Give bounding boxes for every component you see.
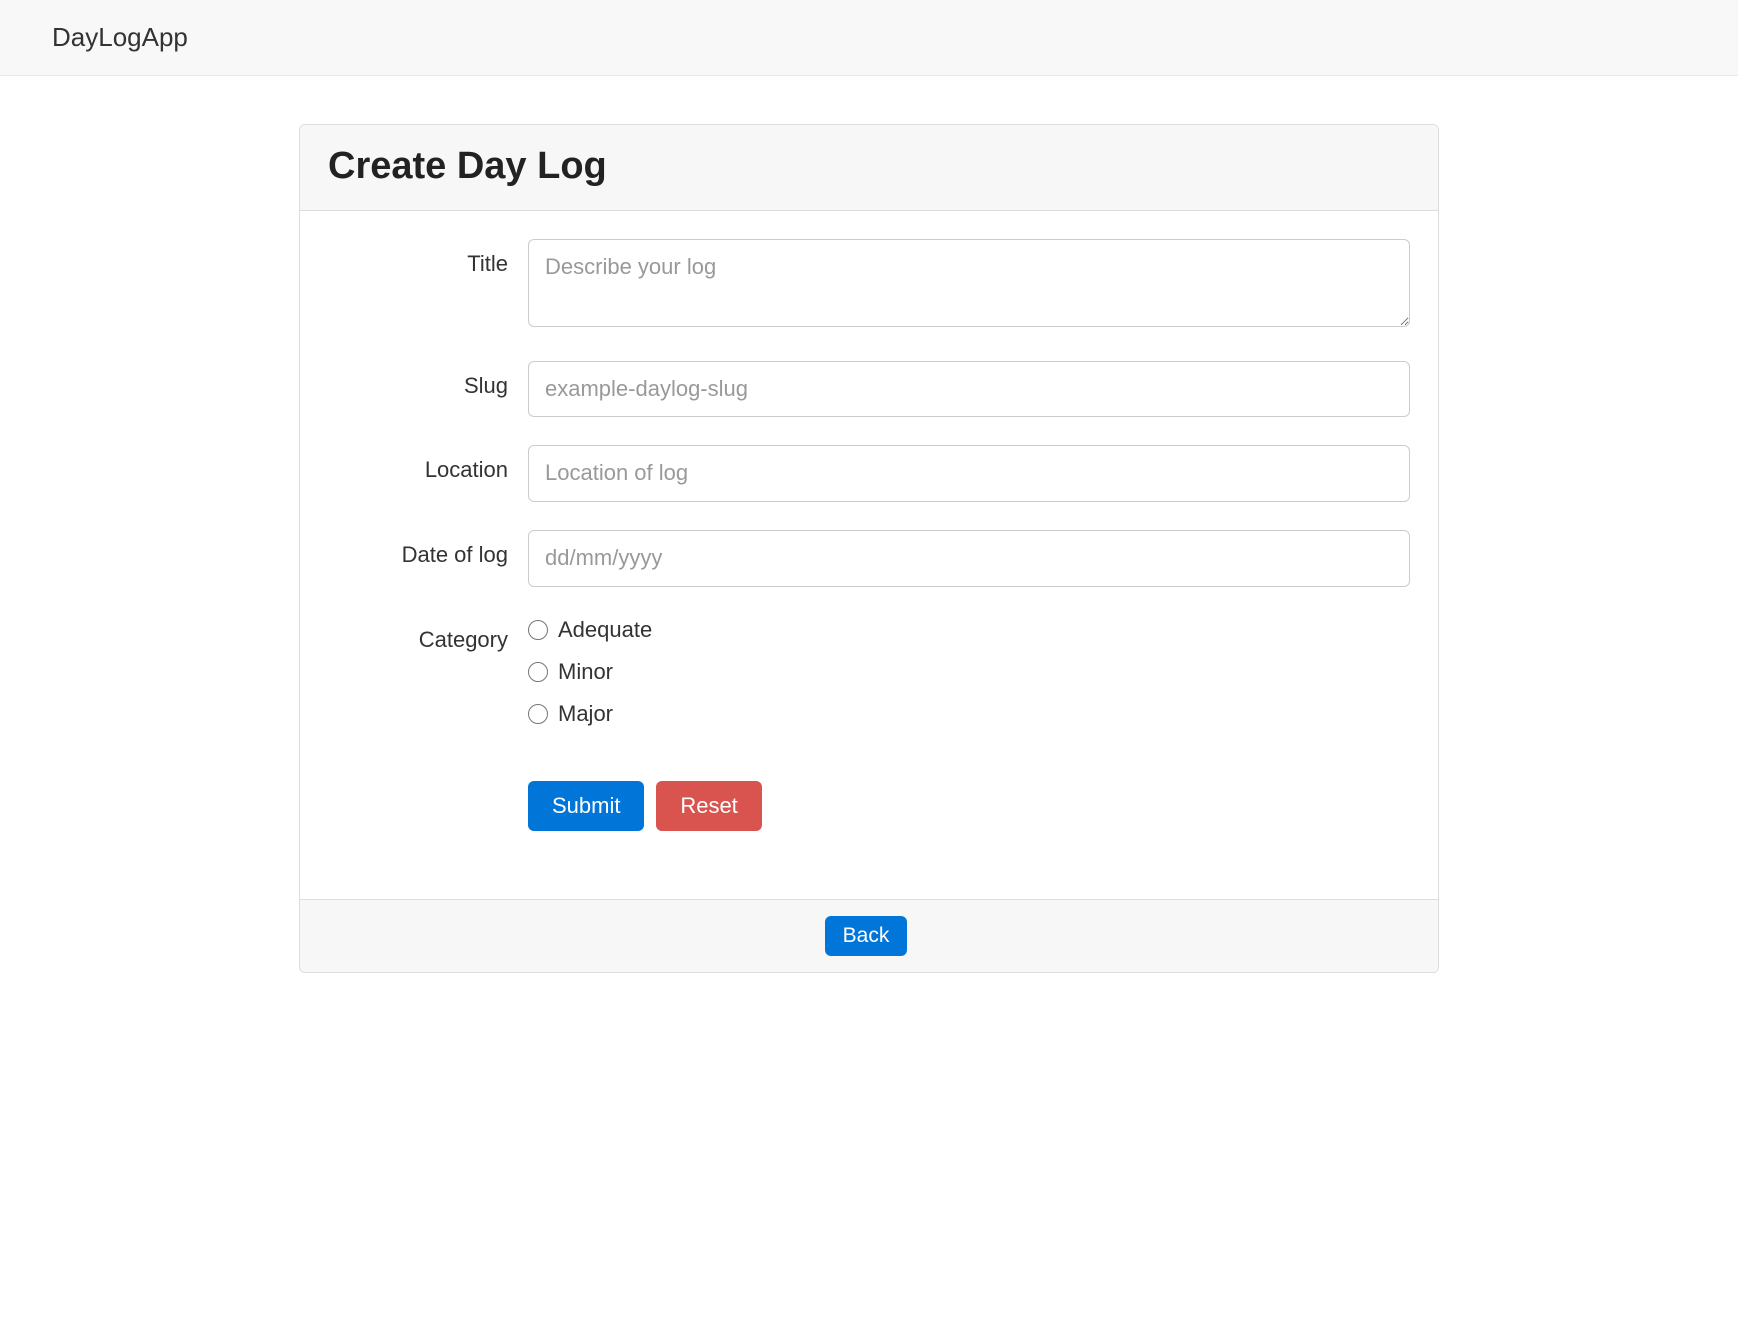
form-row-actions: Submit Reset xyxy=(328,771,1410,831)
category-option-label: Major xyxy=(558,701,613,727)
category-radio-major[interactable] xyxy=(528,704,548,724)
create-daylog-panel: Create Day Log Title Slug Location xyxy=(299,124,1439,973)
navbar-brand[interactable]: DayLogApp xyxy=(0,22,1738,53)
date-label: Date of log xyxy=(328,530,528,568)
category-option-label: Adequate xyxy=(558,617,652,643)
panel-heading: Create Day Log xyxy=(300,125,1438,211)
panel-footer: Back xyxy=(300,899,1438,972)
form-row-location: Location xyxy=(328,445,1410,502)
category-radio-adequate[interactable] xyxy=(528,620,548,640)
category-radio-group: Adequate Minor Major xyxy=(528,615,1410,727)
location-input[interactable] xyxy=(528,445,1410,502)
panel-body: Title Slug Location Date of log xyxy=(300,211,1438,899)
navbar: DayLogApp xyxy=(0,0,1738,76)
location-label: Location xyxy=(328,445,528,483)
category-option-major[interactable]: Major xyxy=(528,701,1410,727)
category-option-adequate[interactable]: Adequate xyxy=(528,617,1410,643)
title-label: Title xyxy=(328,239,528,277)
form-row-date: Date of log xyxy=(328,530,1410,587)
category-radio-minor[interactable] xyxy=(528,662,548,682)
form-row-slug: Slug xyxy=(328,361,1410,418)
form-row-category: Category Adequate Minor Majo xyxy=(328,615,1410,743)
slug-input[interactable] xyxy=(528,361,1410,418)
panel-title: Create Day Log xyxy=(328,145,1410,188)
form-row-title: Title xyxy=(328,239,1410,333)
category-option-minor[interactable]: Minor xyxy=(528,659,1410,685)
back-button[interactable]: Back xyxy=(825,916,908,956)
slug-label: Slug xyxy=(328,361,528,399)
date-input[interactable] xyxy=(528,530,1410,587)
category-option-label: Minor xyxy=(558,659,613,685)
submit-button[interactable]: Submit xyxy=(528,781,644,831)
title-input[interactable] xyxy=(528,239,1410,327)
reset-button[interactable]: Reset xyxy=(656,781,761,831)
category-label: Category xyxy=(328,615,528,653)
